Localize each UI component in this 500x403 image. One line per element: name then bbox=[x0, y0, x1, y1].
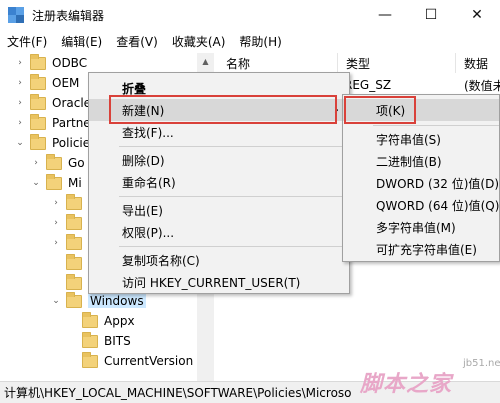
expand-arrow-icon[interactable]: › bbox=[30, 158, 42, 168]
expand-arrow-icon[interactable]: › bbox=[50, 218, 62, 228]
submenu-item-string[interactable]: 字符串值(S) bbox=[343, 128, 499, 150]
submenu-item-qword[interactable]: QWORD (64 位)值(Q) bbox=[343, 194, 499, 216]
folder-icon bbox=[30, 113, 46, 130]
menu-help[interactable]: 帮助(H) bbox=[232, 33, 288, 50]
tree-item-appx[interactable]: Appx bbox=[78, 311, 135, 331]
submenu-item-expandable-string[interactable]: 可扩充字符串值(E) bbox=[343, 238, 499, 260]
folder-icon bbox=[82, 351, 98, 368]
folder-icon bbox=[66, 273, 82, 290]
tree-item-currentversion[interactable]: CurrentVersion bbox=[78, 351, 193, 371]
submenu-item-binary[interactable]: 二进制值(B) bbox=[343, 150, 499, 172]
folder-icon bbox=[46, 173, 62, 190]
tree-item[interactable]: › bbox=[50, 193, 88, 213]
folder-icon bbox=[46, 153, 62, 170]
folder-icon bbox=[30, 93, 46, 110]
tree-item-google[interactable]: › Go bbox=[30, 153, 85, 173]
menu-item-rename[interactable]: 重命名(R) bbox=[89, 171, 349, 193]
folder-icon bbox=[30, 133, 46, 150]
tree-item-odbc[interactable]: › ODBC bbox=[14, 53, 87, 73]
menu-separator bbox=[373, 125, 499, 126]
folder-icon bbox=[66, 193, 82, 210]
tree-item-windows[interactable]: ⌄ Windows bbox=[50, 291, 146, 311]
watermark-brand: 脚本之家 bbox=[360, 372, 453, 397]
close-button[interactable]: ✕ bbox=[454, 0, 500, 30]
value-data: (数值未 bbox=[464, 78, 500, 93]
folder-icon bbox=[82, 331, 98, 348]
tree-item-microsoft[interactable]: ⌄ Mi bbox=[30, 173, 82, 193]
tree-item-partner[interactable]: › Partne bbox=[14, 113, 91, 133]
folder-icon bbox=[30, 73, 46, 90]
menu-edit[interactable]: 编辑(E) bbox=[54, 33, 109, 50]
tree-item[interactable] bbox=[62, 253, 88, 273]
tree-item-oem[interactable]: › OEM bbox=[14, 73, 79, 93]
folder-icon bbox=[82, 311, 98, 328]
value-type: REG_SZ bbox=[344, 78, 392, 92]
expand-arrow-icon[interactable]: › bbox=[14, 58, 26, 68]
column-name[interactable]: 名称 bbox=[218, 53, 338, 73]
menu-file[interactable]: 文件(F) bbox=[0, 33, 54, 50]
minimize-button[interactable]: — bbox=[362, 0, 408, 30]
title-bar: 注册表编辑器 — ☐ ✕ bbox=[0, 0, 500, 30]
menu-item-permissions[interactable]: 权限(P)... bbox=[89, 221, 349, 243]
column-type[interactable]: 类型 bbox=[338, 53, 456, 73]
menu-separator bbox=[119, 196, 347, 197]
regedit-icon bbox=[8, 7, 24, 23]
maximize-button[interactable]: ☐ bbox=[408, 0, 454, 30]
expand-arrow-icon[interactable]: › bbox=[14, 118, 26, 128]
menu-item-export[interactable]: 导出(E) bbox=[89, 199, 349, 221]
expand-arrow-icon[interactable]: › bbox=[50, 238, 62, 248]
submenu-item-multi-string[interactable]: 多字符串值(M) bbox=[343, 216, 499, 238]
expand-arrow-icon[interactable]: › bbox=[14, 78, 26, 88]
scroll-up-icon[interactable]: ▲ bbox=[197, 53, 214, 70]
menu-separator bbox=[119, 246, 347, 247]
expand-arrow-icon[interactable]: › bbox=[14, 98, 26, 108]
menu-separator bbox=[119, 146, 347, 147]
menu-view[interactable]: 查看(V) bbox=[109, 33, 165, 50]
folder-icon bbox=[66, 213, 82, 230]
watermark-site: jb51.net bbox=[463, 358, 500, 369]
menu-item-find[interactable]: 查找(F)... bbox=[89, 121, 349, 143]
highlight-box-key bbox=[344, 96, 416, 124]
tree-item-oracle[interactable]: › Oracle bbox=[14, 93, 91, 113]
collapse-arrow-icon[interactable]: ⌄ bbox=[50, 296, 62, 306]
folder-icon bbox=[66, 233, 82, 250]
menu-item-copy-key-name[interactable]: 复制项名称(C) bbox=[89, 249, 349, 271]
window-title: 注册表编辑器 bbox=[32, 8, 105, 23]
tree-item[interactable]: › bbox=[50, 213, 88, 233]
highlight-box-new bbox=[109, 95, 337, 124]
expand-arrow-icon[interactable]: › bbox=[50, 198, 62, 208]
collapse-arrow-icon[interactable]: ⌄ bbox=[14, 138, 26, 148]
menu-favorites[interactable]: 收藏夹(A) bbox=[165, 33, 233, 50]
tree-item[interactable]: › bbox=[50, 233, 88, 253]
menu-item-delete[interactable]: 删除(D) bbox=[89, 149, 349, 171]
tree-item-policies[interactable]: ⌄ Policie bbox=[14, 133, 90, 153]
tree-item-bits[interactable]: BITS bbox=[78, 331, 131, 351]
collapse-arrow-icon[interactable]: ⌄ bbox=[30, 178, 42, 188]
menu-bar: 文件(F) 编辑(E) 查看(V) 收藏夹(A) 帮助(H) bbox=[0, 30, 500, 52]
menu-item-goto-hkcu[interactable]: 访问 HKEY_CURRENT_USER(T) bbox=[89, 271, 349, 293]
folder-icon bbox=[30, 53, 46, 70]
folder-icon bbox=[66, 253, 82, 270]
column-data[interactable]: 数据 bbox=[456, 53, 500, 73]
submenu-item-dword[interactable]: DWORD (32 位)值(D) bbox=[343, 172, 499, 194]
tree-item[interactable] bbox=[62, 273, 88, 293]
folder-icon bbox=[66, 291, 82, 308]
